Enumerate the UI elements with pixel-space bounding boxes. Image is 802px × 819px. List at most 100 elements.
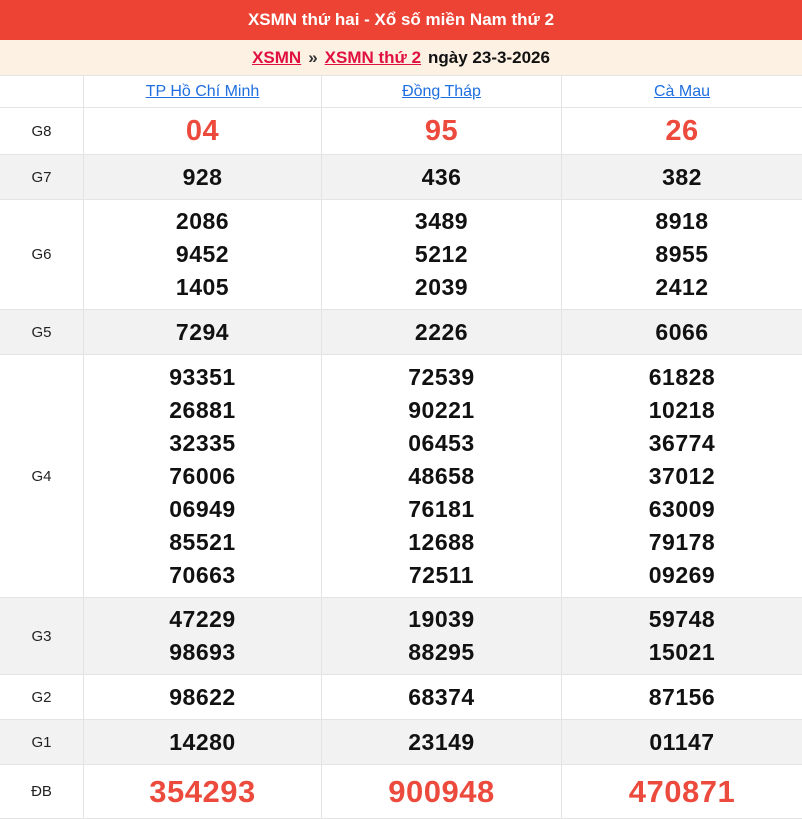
prize-number: 63009 bbox=[648, 495, 716, 522]
prize-number: 470871 bbox=[628, 774, 736, 809]
province-link-ca-mau[interactable]: Cà Mau bbox=[654, 83, 710, 101]
prize-row: G5 7294 2226 6066 bbox=[0, 310, 802, 355]
breadcrumb-link-xsmn-thu-2[interactable]: XSMN thứ 2 bbox=[325, 48, 421, 68]
prize-row: G6 2086 9452 1405 3489 5212 2039 8918 8955 2412 bbox=[0, 200, 802, 310]
prize-numbers-cell: 382 bbox=[561, 155, 802, 199]
prize-label: ĐB bbox=[31, 783, 52, 800]
prize-label: G5 bbox=[31, 323, 52, 341]
prize-number: 87156 bbox=[648, 683, 716, 710]
header-spacer-cell bbox=[0, 76, 83, 107]
prize-number: 06453 bbox=[408, 429, 475, 456]
prize-label: G7 bbox=[31, 168, 52, 186]
column-header-tphcm: TP Hồ Chí Minh bbox=[83, 76, 321, 107]
prize-label: G2 bbox=[31, 688, 52, 706]
prize-row: G7 928 436 382 bbox=[0, 155, 802, 200]
prize-label: G4 bbox=[31, 467, 52, 485]
prize-number: 68374 bbox=[408, 683, 475, 710]
prize-number: 8918 bbox=[655, 208, 709, 234]
prize-numbers-cell: 19039 88295 bbox=[321, 598, 561, 674]
prize-number: 436 bbox=[421, 163, 462, 190]
prize-numbers-cell: 354293 bbox=[83, 765, 321, 818]
prize-number: 10218 bbox=[648, 396, 716, 423]
prize-number: 37012 bbox=[648, 462, 716, 489]
results-table: TP Hồ Chí Minh Đồng Tháp Cà Mau G8 04 95 26… bbox=[0, 75, 802, 819]
prize-number: 3489 bbox=[414, 208, 469, 234]
prize-numbers-cell: 04 bbox=[83, 108, 321, 154]
column-header-dong-thap: Đồng Tháp bbox=[321, 76, 561, 107]
prize-numbers-cell: 93351 26881 32335 76006 06949 85521 70663 bbox=[83, 355, 321, 597]
column-header-ca-mau: Cà Mau bbox=[561, 76, 802, 107]
province-link-tp-ho-chi-minh[interactable]: TP Hồ Chí Minh bbox=[146, 83, 260, 101]
prize-numbers-cell: 2226 bbox=[321, 310, 561, 354]
prize-number: 19039 bbox=[408, 606, 475, 632]
prize-number: 354293 bbox=[149, 774, 256, 809]
prize-number: 2086 bbox=[175, 208, 230, 234]
prize-label: G8 bbox=[31, 122, 52, 140]
prize-numbers-cell: 68374 bbox=[321, 675, 561, 719]
prize-label: G1 bbox=[31, 733, 52, 751]
prize-numbers-cell: 470871 bbox=[561, 765, 802, 818]
breadcrumb-date: ngày 23-3-2026 bbox=[428, 47, 550, 67]
prize-number: 09269 bbox=[648, 561, 716, 588]
prize-number: 76181 bbox=[408, 495, 475, 522]
prize-number: 93351 bbox=[169, 363, 236, 390]
prize-numbers-cell: 87156 bbox=[561, 675, 802, 719]
breadcrumb: XSMN » XSMN thứ 2 ngày 23-3-2026 bbox=[0, 40, 802, 75]
prize-number: 72511 bbox=[408, 561, 475, 588]
prize-number: 900948 bbox=[388, 774, 495, 809]
prize-number: 2039 bbox=[414, 274, 469, 300]
prize-number: 2412 bbox=[655, 274, 709, 300]
prize-numbers-cell: 6066 bbox=[561, 310, 802, 354]
prize-label: G6 bbox=[31, 246, 52, 263]
prize-number: 98693 bbox=[169, 639, 236, 665]
prize-numbers-cell: 2086 9452 1405 bbox=[83, 200, 321, 309]
prize-number: 85521 bbox=[169, 528, 236, 555]
prize-number: 9452 bbox=[175, 241, 230, 267]
prize-number: 79178 bbox=[648, 528, 716, 555]
prize-number: 928 bbox=[182, 163, 223, 190]
prize-numbers-cell: 23149 bbox=[321, 720, 561, 764]
prize-numbers-cell: 900948 bbox=[321, 765, 561, 818]
prize-number: 23149 bbox=[408, 728, 475, 755]
prize-number: 8955 bbox=[655, 241, 709, 267]
prize-number: 12688 bbox=[408, 528, 475, 555]
prize-number: 26881 bbox=[169, 396, 236, 423]
prize-numbers-cell: 928 bbox=[83, 155, 321, 199]
prize-number: 90221 bbox=[408, 396, 475, 423]
prize-row: G2 98622 68374 87156 bbox=[0, 675, 802, 720]
prize-number: 7294 bbox=[175, 318, 230, 345]
prize-numbers-cell: 8918 8955 2412 bbox=[561, 200, 802, 309]
prize-number: 382 bbox=[662, 163, 702, 190]
prize-number: 26 bbox=[665, 114, 699, 147]
prize-numbers-cell: 14280 bbox=[83, 720, 321, 764]
prize-label: G3 bbox=[31, 627, 52, 645]
prize-number: 06949 bbox=[169, 495, 236, 522]
prize-number: 47229 bbox=[169, 606, 236, 632]
prize-numbers-cell: 61828 10218 36774 37012 63009 79178 09269 bbox=[561, 355, 802, 597]
prize-number: 2226 bbox=[414, 318, 469, 345]
prize-number: 14280 bbox=[169, 728, 236, 755]
prize-numbers-cell: 95 bbox=[321, 108, 561, 154]
prize-numbers-cell: 59748 15021 bbox=[561, 598, 802, 674]
prize-number: 04 bbox=[185, 114, 220, 147]
prize-numbers-cell: 72539 90221 06453 48658 76181 12688 72511 bbox=[321, 355, 561, 597]
prize-number: 76006 bbox=[169, 462, 236, 489]
province-link-dong-thap[interactable]: Đồng Tháp bbox=[402, 83, 481, 101]
prize-number: 1405 bbox=[175, 274, 230, 300]
breadcrumb-separator: » bbox=[308, 47, 318, 67]
prize-number: 61828 bbox=[648, 363, 716, 390]
prize-numbers-cell: 436 bbox=[321, 155, 561, 199]
prize-number: 70663 bbox=[169, 561, 236, 588]
prize-number: 36774 bbox=[648, 429, 716, 456]
prize-row: G1 14280 23149 01147 bbox=[0, 720, 802, 765]
breadcrumb-link-xsmn[interactable]: XSMN bbox=[252, 48, 301, 68]
prize-number: 98622 bbox=[169, 683, 236, 710]
prize-row: ĐB 354293 900948 470871 bbox=[0, 765, 802, 819]
prize-row: G4 93351 26881 32335 76006 06949 85521 70663 725… bbox=[0, 355, 802, 598]
prize-numbers-cell: 47229 98693 bbox=[83, 598, 321, 674]
prize-number: 15021 bbox=[648, 639, 716, 665]
table-body: G8 04 95 26 G7 928 436 382 G6 2086 9452 1405 3489 521… bbox=[0, 108, 802, 819]
prize-number: 59748 bbox=[648, 606, 716, 632]
prize-row: G8 04 95 26 bbox=[0, 108, 802, 155]
prize-numbers-cell: 3489 5212 2039 bbox=[321, 200, 561, 309]
